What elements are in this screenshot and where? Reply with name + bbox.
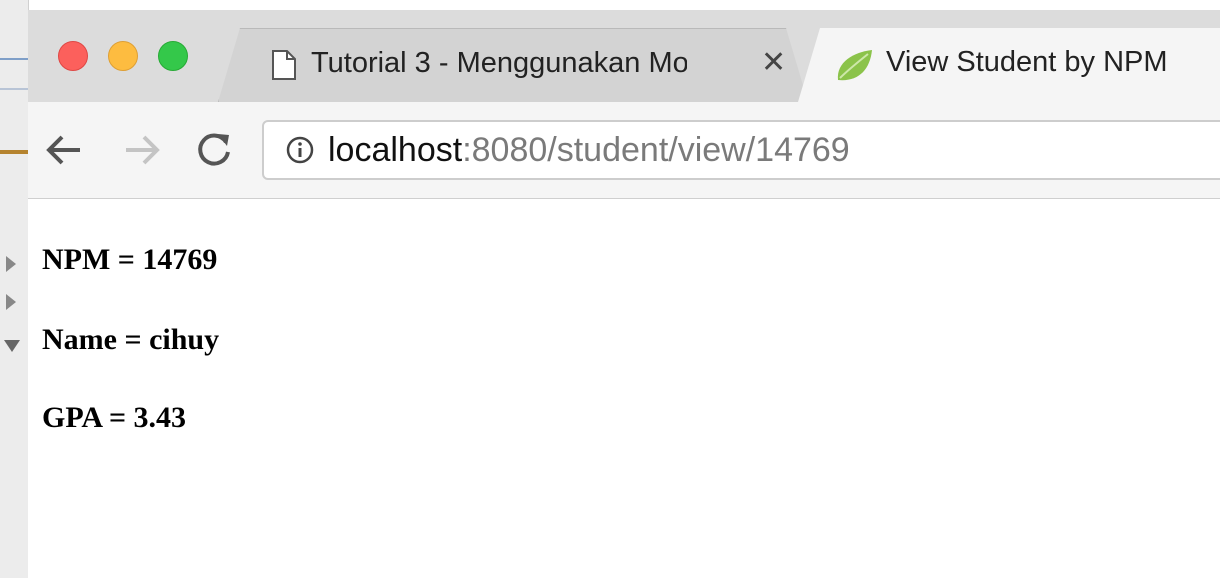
name-line: Name = cihuy xyxy=(42,323,220,356)
tab-tutorial-3[interactable]: Tutorial 3 - Menggunakan Mod ✕ xyxy=(218,28,808,102)
close-window-button[interactable] xyxy=(58,41,88,71)
close-tab-icon[interactable]: ✕ xyxy=(761,45,786,80)
maximize-window-button[interactable] xyxy=(158,41,188,71)
tab-title: View Student by NPM xyxy=(886,46,1168,78)
tab-view-student[interactable]: View Student by NPM xyxy=(798,28,1220,102)
collapse-arrow-icon[interactable] xyxy=(4,340,20,352)
npm-line: NPM = 14769 xyxy=(42,243,218,276)
sidebar-marker xyxy=(0,88,28,90)
reload-button[interactable] xyxy=(192,128,236,172)
back-button[interactable] xyxy=(42,128,86,172)
browser-window: Tutorial 3 - Menggunakan Mod ✕ View Stud… xyxy=(28,10,1220,578)
tab-title: Tutorial 3 - Menggunakan Mod xyxy=(311,47,687,79)
expand-arrow-icon[interactable] xyxy=(6,256,16,272)
page-content: NPM = 14769 Name = cihuy GPA = 3.43 xyxy=(28,199,1220,578)
url-text: localhost:8080/student/view/14769 xyxy=(328,131,850,170)
background-app-sidebar xyxy=(0,0,29,578)
arrow-right-icon xyxy=(126,135,160,165)
sidebar-marker xyxy=(0,58,28,60)
url-path: :8080/student/view/14769 xyxy=(462,131,850,169)
address-bar[interactable]: localhost:8080/student/view/14769 xyxy=(262,120,1220,180)
arrow-left-icon xyxy=(46,135,80,165)
spring-leaf-icon xyxy=(834,48,874,89)
info-icon[interactable] xyxy=(286,136,314,169)
tab-strip: Tutorial 3 - Menggunakan Mod ✕ View Stud… xyxy=(28,10,1220,103)
document-icon xyxy=(271,49,297,86)
reload-icon xyxy=(198,133,230,166)
expand-arrow-icon[interactable] xyxy=(6,294,16,310)
sidebar-marker xyxy=(0,150,28,154)
browser-toolbar: localhost:8080/student/view/14769 xyxy=(28,102,1220,199)
forward-button[interactable] xyxy=(120,128,164,172)
minimize-window-button[interactable] xyxy=(108,41,138,71)
gpa-line: GPA = 3.43 xyxy=(42,401,187,434)
url-host: localhost xyxy=(328,131,463,169)
